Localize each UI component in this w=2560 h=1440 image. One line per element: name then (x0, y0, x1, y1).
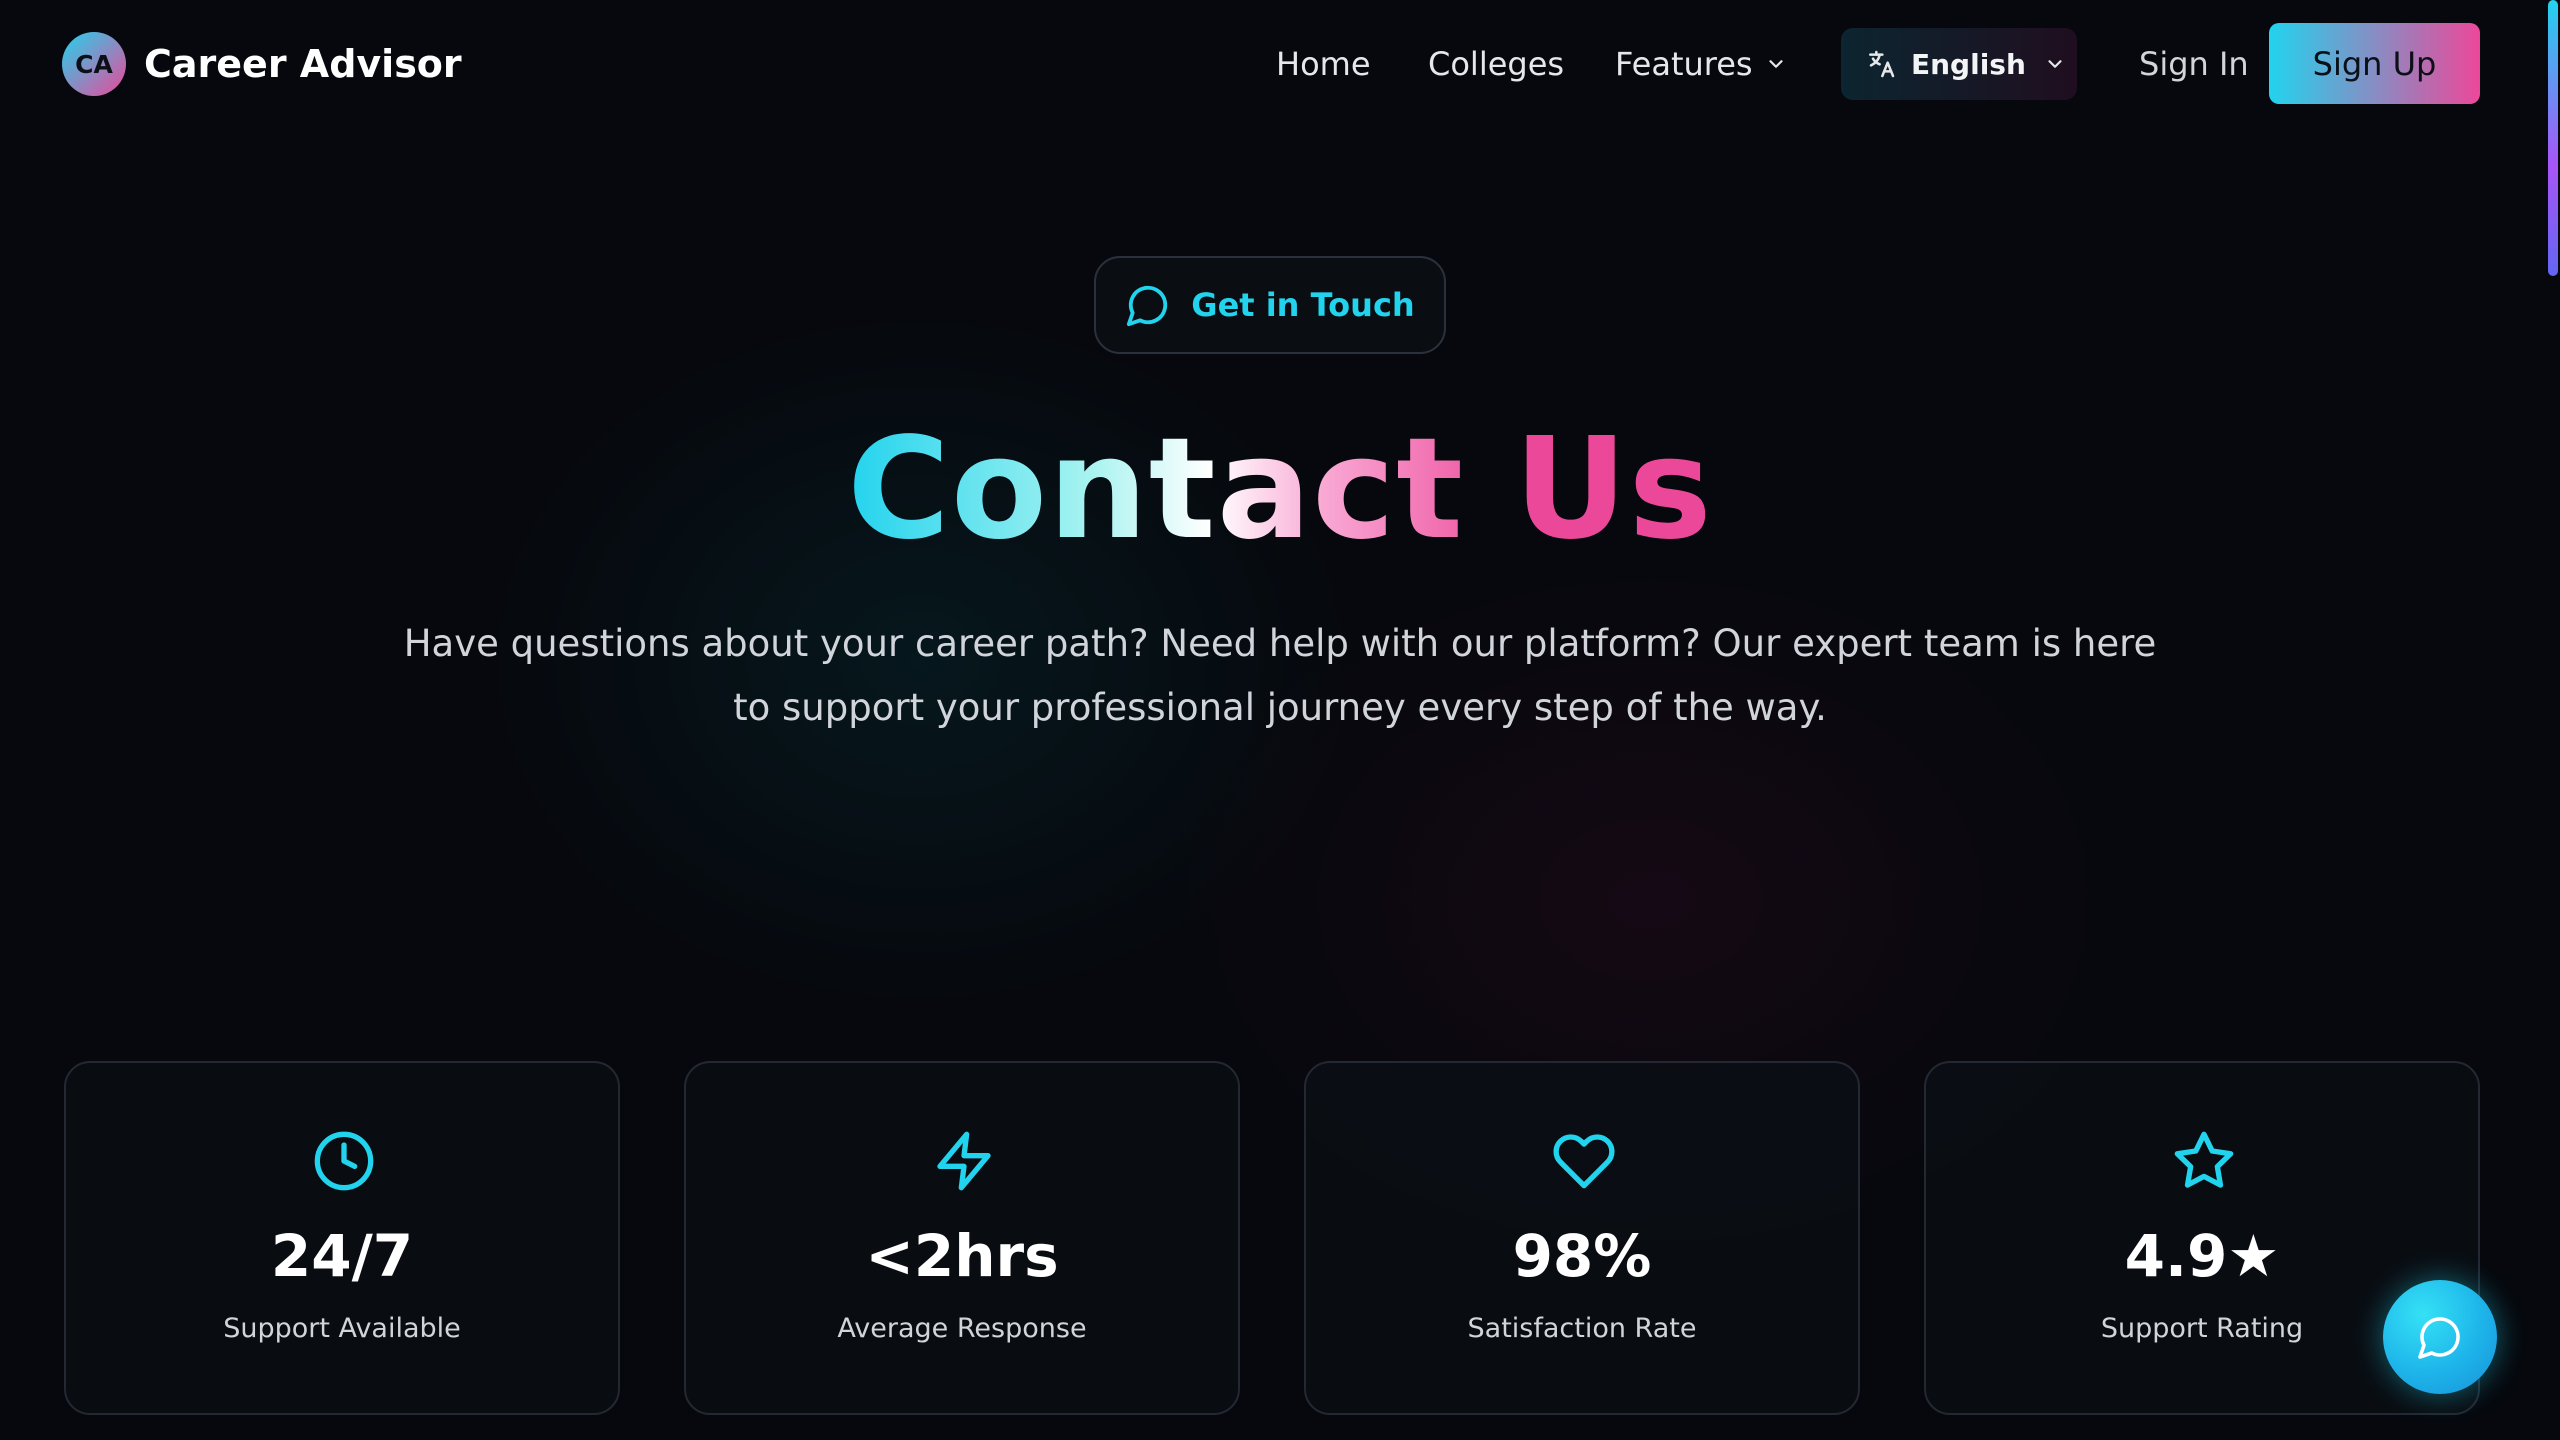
stat-card-response: <2hrs Average Response (684, 1061, 1240, 1415)
language-label: English (1911, 47, 2026, 81)
lightning-icon (937, 1131, 991, 1191)
page-title: Contact Us (0, 410, 2560, 570)
brand-name: Career Advisor (144, 42, 462, 86)
nav-features-label: Features (1615, 45, 1753, 83)
heart-icon (1553, 1134, 1615, 1189)
brand-logo[interactable]: CA Career Advisor (62, 32, 462, 96)
logo-badge: CA (62, 32, 126, 96)
stat-label: Satisfaction Rate (1467, 1313, 1697, 1344)
chat-bubble-icon (2418, 1317, 2460, 1359)
nav-features-dropdown[interactable]: Features (1615, 44, 1787, 84)
star-icon (2174, 1131, 2234, 1188)
nav-home[interactable]: Home (1276, 44, 1371, 84)
stat-card-support: 24/7 Support Available (64, 1061, 620, 1415)
chevron-down-icon (2048, 60, 2062, 68)
sign-up-button[interactable]: Sign Up (2269, 23, 2480, 104)
stat-value: 4.9★ (2124, 1222, 2280, 1290)
language-selector[interactable]: English (1841, 28, 2077, 100)
get-in-touch-label: Get in Touch (1191, 286, 1415, 324)
sign-in-link[interactable]: Sign In (2139, 44, 2249, 84)
stat-value: <2hrs (865, 1222, 1059, 1290)
chevron-down-icon (1768, 60, 1783, 68)
clock-icon (314, 1131, 374, 1191)
scrollbar-thumb[interactable] (2548, 0, 2558, 276)
nav-colleges[interactable]: Colleges (1428, 44, 1564, 84)
chat-bubble-icon (1127, 285, 1168, 327)
stat-value: 98% (1512, 1222, 1652, 1290)
chat-button[interactable] (2383, 1280, 2497, 1394)
page-title-text: Contact Us (847, 408, 1713, 571)
stat-label: Average Response (837, 1313, 1087, 1344)
stat-card-satisfaction: 98% Satisfaction Rate (1304, 1061, 1860, 1415)
navbar: CA Career Advisor Home Colleges Features… (0, 0, 2560, 130)
get-in-touch-badge: Get in Touch (1094, 256, 1446, 354)
translate-icon (1869, 50, 1895, 78)
stat-value: 24/7 (270, 1222, 414, 1290)
scrollbar[interactable] (2546, 0, 2560, 1440)
hero-subtitle: Have questions about your career path? N… (403, 622, 2157, 729)
stat-label: Support Available (223, 1313, 461, 1344)
